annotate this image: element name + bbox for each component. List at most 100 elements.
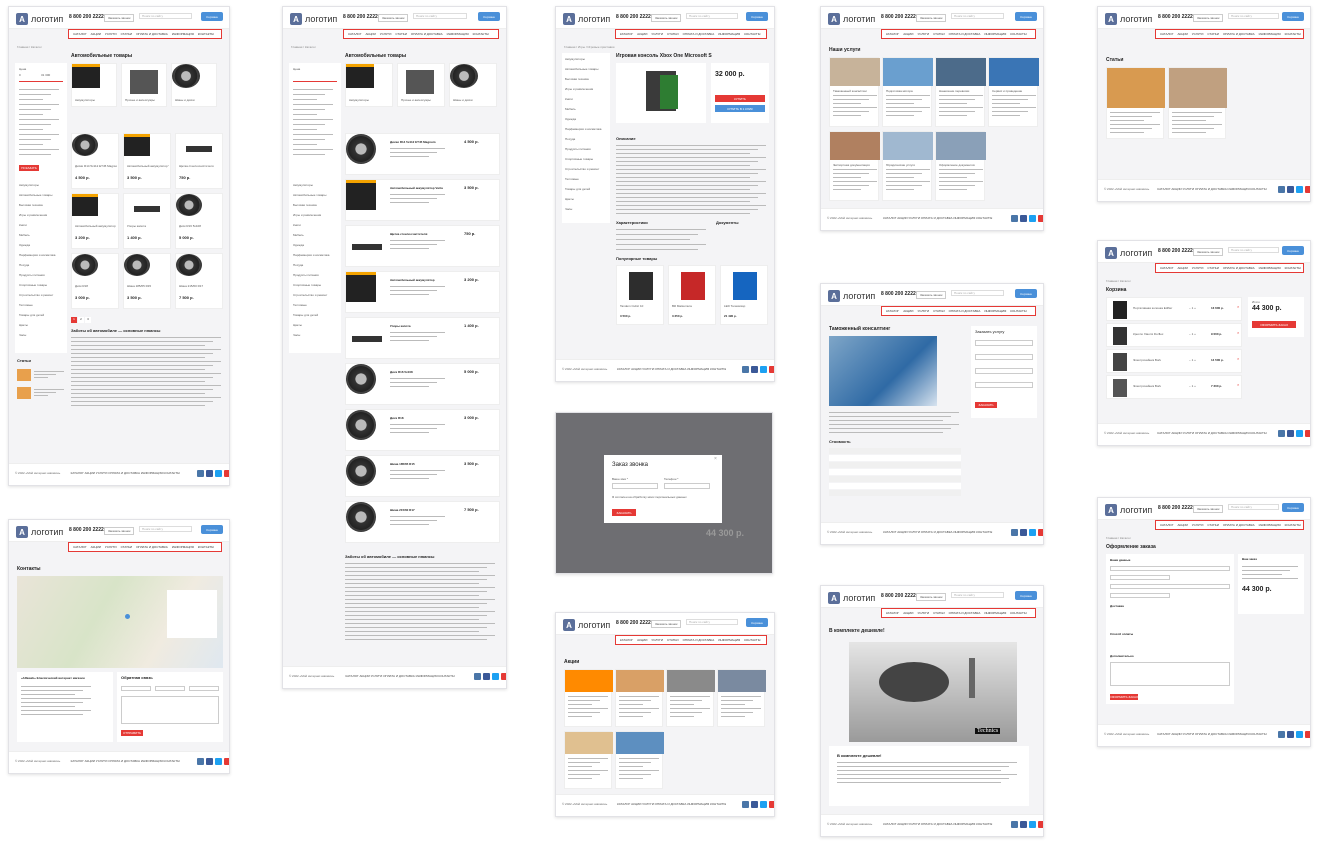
nav-item[interactable]: КОНТАКТЫ xyxy=(1285,523,1301,527)
sidebar-category[interactable]: Продукты питания xyxy=(19,273,45,277)
breadcrumb[interactable]: Главная / Каталог xyxy=(1106,279,1131,283)
sidebar-category[interactable]: Бытовая техника xyxy=(19,203,43,207)
product-name[interactable]: Щетка стеклоочистителя xyxy=(390,232,460,236)
callback-button[interactable]: Заказать звонок xyxy=(916,291,947,299)
sidebar-category[interactable]: Парфюмерия и косметика xyxy=(565,127,601,131)
nav-item[interactable]: УСЛУГИ xyxy=(917,611,929,615)
social-icon[interactable] xyxy=(1305,186,1310,193)
social-icon[interactable] xyxy=(1278,186,1285,193)
footer-links[interactable]: КАТАЛОГ АКЦИИ УСЛУГИ ОПЛАТА И ДОСТАВКА И… xyxy=(617,367,726,371)
sidebar-category[interactable]: Игры и развлечения xyxy=(19,213,47,217)
search-input[interactable]: Поиск по сайту xyxy=(686,13,739,19)
footer-links[interactable]: КАТАЛОГ АКЦИИ УСЛУГИ ОПЛАТА И ДОСТАВКА И… xyxy=(71,471,180,475)
social-icon[interactable] xyxy=(483,673,490,680)
product-name[interactable]: Диски R14 5x112 ET45 Magnum xyxy=(75,164,117,168)
product-name[interactable]: Автомобильный аккумулятор Varta xyxy=(127,164,169,168)
sidebar-category[interactable]: Автомобильные товары xyxy=(293,193,326,197)
sidebar-category[interactable]: Продукты питания xyxy=(565,147,591,151)
breadcrumb[interactable]: Главная / Игры / Игровые приставки xyxy=(564,45,614,49)
nav-item[interactable]: ОПЛАТА И ДОСТАВКА xyxy=(949,32,981,36)
service-name[interactable]: Подготовка мотора xyxy=(886,89,913,93)
social-icon[interactable] xyxy=(1029,529,1036,536)
checkout-button[interactable]: ОФОРМИТЬ ЗАКАЗ xyxy=(1252,321,1296,328)
nav-item[interactable]: ИНФОРМАЦИЯ xyxy=(1259,32,1281,36)
search-input[interactable]: Поиск по сайту xyxy=(413,13,467,19)
nav-item[interactable]: АКЦИИ xyxy=(903,309,913,313)
cart-button[interactable]: Корзина xyxy=(478,12,500,21)
product-name[interactable]: Шина 215/60 R17 xyxy=(390,508,460,512)
callback-button[interactable]: Заказать звонок xyxy=(916,593,947,601)
quantity-stepper[interactable]: − 1 + xyxy=(1189,306,1196,310)
nav-item[interactable]: ИНФОРМАЦИЯ xyxy=(984,611,1006,615)
product-name[interactable]: Диск R16 5x108 xyxy=(390,370,460,374)
nav-item[interactable]: КОНТАКТЫ xyxy=(198,32,214,36)
social-icon[interactable] xyxy=(1287,430,1294,437)
product-name[interactable]: Электрочайник Bork xyxy=(1133,384,1183,388)
footer-links[interactable]: КАТАЛОГ АКЦИИ УСЛУГИ ОПЛАТА И ДОСТАВКА И… xyxy=(1157,431,1266,435)
search-input[interactable]: Поиск по сайту xyxy=(1228,504,1279,510)
logo[interactable]: Aлоготип xyxy=(1105,504,1152,516)
nav-item[interactable]: УСЛУГИ xyxy=(105,545,117,549)
product-name[interactable]: Диск R16 5x108 xyxy=(179,224,221,228)
search-input[interactable]: Поиск по сайту xyxy=(951,13,1005,19)
nav-item[interactable]: СТАТЬИ xyxy=(1207,32,1219,36)
cart-button[interactable]: Корзина xyxy=(1015,289,1037,298)
social-icon[interactable] xyxy=(1296,186,1303,193)
callback-button[interactable]: Заказать звонок xyxy=(651,620,682,628)
cart-button[interactable]: Корзина xyxy=(1282,246,1304,255)
sidebar-category[interactable]: Парфюмерия и косметика xyxy=(19,253,55,257)
product-name[interactable]: Упоры капота xyxy=(127,224,169,228)
nav-item[interactable]: ОПЛАТА И ДОСТАВКА xyxy=(1223,32,1255,36)
cart-button[interactable]: Корзина xyxy=(1282,12,1304,21)
logo[interactable]: Aлоготип xyxy=(828,290,875,302)
breadcrumb[interactable]: Главная / Каталог xyxy=(291,45,316,49)
social-icon[interactable] xyxy=(1038,821,1043,828)
category-name[interactable]: Аккумуляторы xyxy=(349,98,369,102)
cart-button[interactable]: Корзина xyxy=(1015,12,1037,21)
nav-item[interactable]: УСЛУГИ xyxy=(917,32,929,36)
nav-item[interactable]: УСЛУГИ xyxy=(651,638,663,642)
nav-item[interactable]: КАТАЛОГ xyxy=(1160,266,1173,270)
sidebar-category[interactable]: Цветы xyxy=(565,197,574,201)
social-icon[interactable] xyxy=(1038,529,1043,536)
category-name[interactable]: Прочее и аксессуары xyxy=(125,98,155,102)
sidebar-category[interactable]: Одежда xyxy=(293,243,304,247)
product-name[interactable]: Упоры капота xyxy=(390,324,460,328)
social-icon[interactable] xyxy=(1020,529,1027,536)
nav-item[interactable]: СТАТЬИ xyxy=(933,309,945,313)
callback-button[interactable]: Заказать звонок xyxy=(378,14,409,22)
agree-checkbox[interactable]: Я согласен на обработку моих персональны… xyxy=(612,495,712,499)
footer-links[interactable]: КАТАЛОГ АКЦИИ УСЛУГИ ОПЛАТА И ДОСТАВКА И… xyxy=(883,530,992,534)
cart-button[interactable]: Корзина xyxy=(1282,503,1304,512)
nav-item[interactable]: КОНТАКТЫ xyxy=(1285,266,1301,270)
nav-item[interactable]: ИНФОРМАЦИЯ xyxy=(718,32,740,36)
sidebar-category[interactable]: Товары для детей xyxy=(19,313,44,317)
logo[interactable]: Aлоготип xyxy=(563,13,610,25)
social-icon[interactable] xyxy=(1011,821,1018,828)
nav-item[interactable]: ОПЛАТА И ДОСТАВКА xyxy=(683,638,715,642)
social-icon[interactable] xyxy=(197,758,204,765)
sidebar-category[interactable]: Посуда xyxy=(565,137,575,141)
search-input[interactable]: Поиск по сайту xyxy=(1228,247,1279,253)
cart-button[interactable]: Корзина xyxy=(746,12,768,21)
sidebar-category[interactable]: Книги xyxy=(19,223,27,227)
social-icon[interactable] xyxy=(742,366,749,373)
social-icon[interactable] xyxy=(1296,430,1303,437)
social-icon[interactable] xyxy=(751,366,758,373)
social-icon[interactable] xyxy=(206,758,213,765)
product-name[interactable]: Электрочайник Bork xyxy=(1133,358,1183,362)
product-name[interactable]: Шина 215/60 R17 xyxy=(179,284,221,288)
service-name[interactable]: Таможенный консалтинг xyxy=(833,89,867,93)
sidebar-category[interactable]: Часы xyxy=(293,333,300,337)
callback-button[interactable]: Заказать звонок xyxy=(104,527,135,535)
social-icon[interactable] xyxy=(1287,731,1294,738)
nav-item[interactable]: КАТАЛОГ xyxy=(886,309,899,313)
logo[interactable]: Aлоготип xyxy=(563,619,610,631)
callback-button[interactable]: Заказать звонок xyxy=(1193,505,1224,513)
submit-button[interactable]: ЗАКАЗАТЬ xyxy=(612,509,636,516)
social-icon[interactable] xyxy=(769,801,774,808)
footer-links[interactable]: КАТАЛОГ АКЦИИ УСЛУГИ ОПЛАТА И ДОСТАВКА И… xyxy=(883,216,992,220)
service-name[interactable]: Оформление документов xyxy=(939,163,975,167)
sidebar-category[interactable]: Аккумуляторы xyxy=(565,57,585,61)
nav-item[interactable]: УСЛУГИ xyxy=(105,32,117,36)
